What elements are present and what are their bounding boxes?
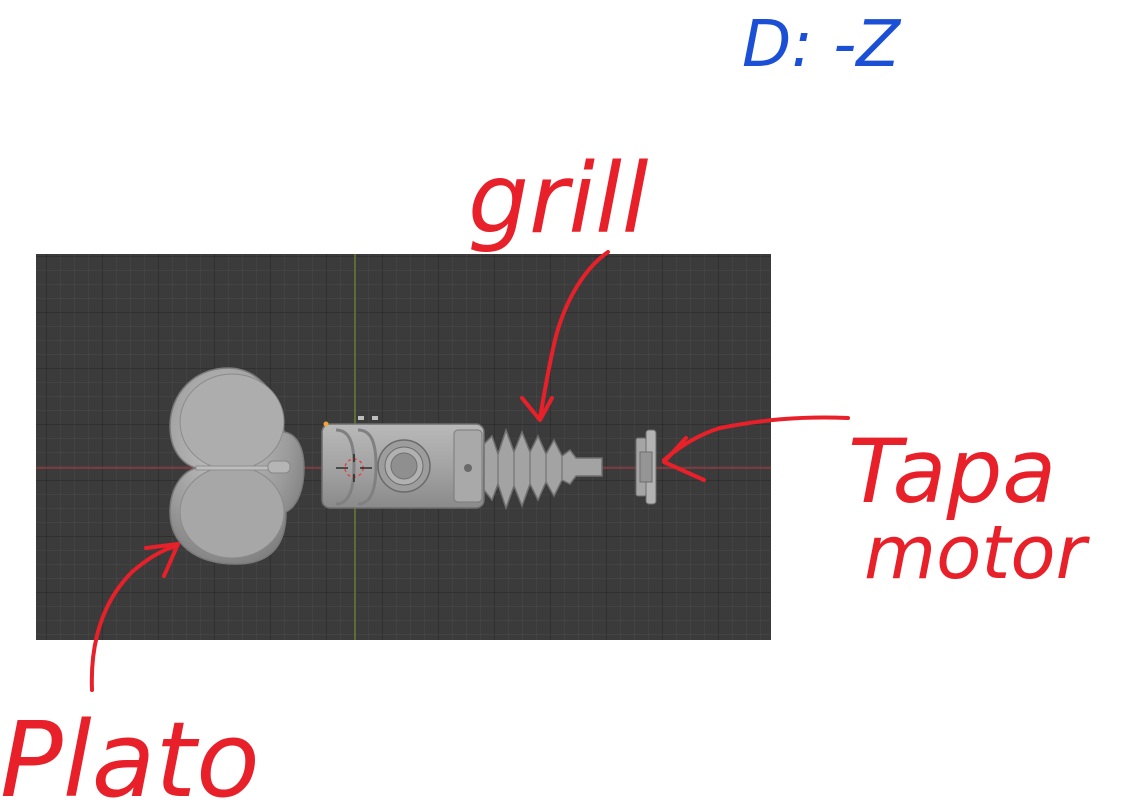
view-label: D: -Z	[742, 8, 901, 82]
plato-label: Plato	[0, 699, 260, 808]
body-mesh[interactable]	[321, 416, 485, 509]
tapa-motor-mesh[interactable]	[635, 429, 657, 505]
grill-label: grill	[468, 143, 649, 255]
screw-mesh[interactable]	[483, 427, 603, 511]
motor-label: motor	[864, 510, 1091, 596]
3d-viewport[interactable]	[36, 254, 771, 640]
tapa-label: Tapa	[848, 420, 1056, 523]
object-origin-icon	[323, 421, 329, 427]
viewport-scene	[36, 254, 771, 640]
plato-mesh[interactable]	[169, 367, 305, 565]
